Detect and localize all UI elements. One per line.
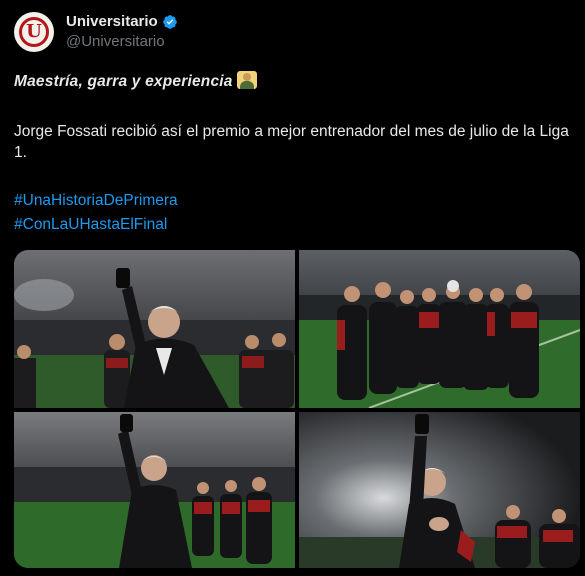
media-grid: [14, 250, 580, 568]
photo-coach-award-stadium[interactable]: [14, 412, 295, 568]
author-names: Universitario @Universitario: [66, 13, 178, 50]
handle[interactable]: @Universitario: [66, 33, 178, 50]
hashtag-link[interactable]: #UnaHistoriaDePrimera: [14, 192, 178, 210]
tweet-card: U Universitario @Universitario Maestría,…: [0, 0, 585, 576]
photo-coach-award-closeup[interactable]: [299, 412, 580, 568]
verified-badge-icon: [162, 14, 177, 29]
tweet-body: Jorge Fossati recibió así el premio a me…: [14, 123, 569, 161]
teacher-emoji-icon: [236, 71, 257, 89]
club-logo-icon: U: [19, 17, 49, 47]
photo-coach-raising-award[interactable]: [14, 250, 295, 408]
avatar[interactable]: U: [14, 12, 54, 52]
tweet-header: U Universitario @Universitario: [14, 12, 554, 54]
photo-coaching-staff-group[interactable]: [299, 250, 580, 408]
tweet-headline: Maestría, garra y experiencia: [14, 71, 574, 92]
hashtag-link[interactable]: #ConLaUHastaElFinal: [14, 216, 167, 234]
display-name[interactable]: Universitario: [66, 13, 178, 30]
